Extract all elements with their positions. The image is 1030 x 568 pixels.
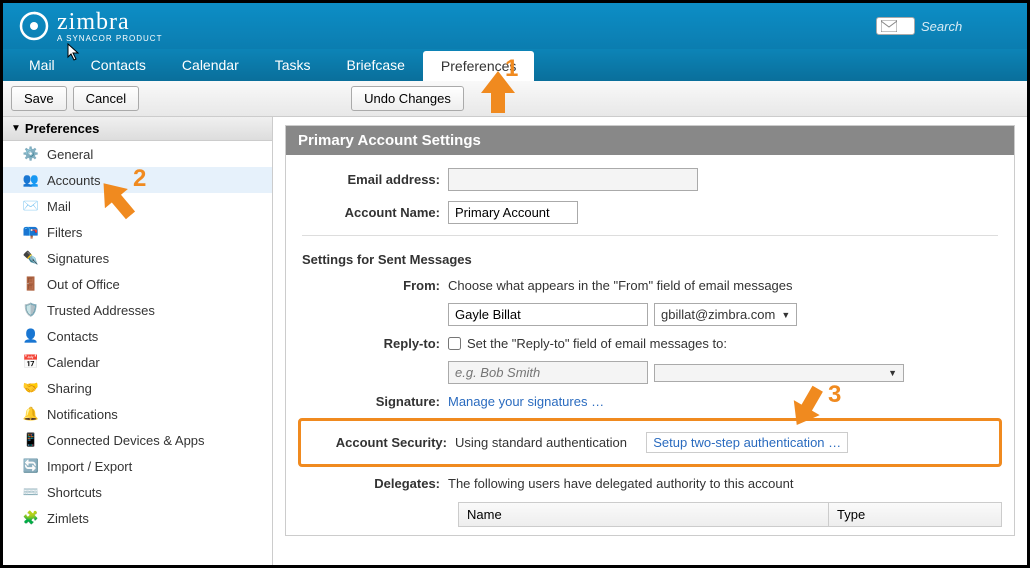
search-input[interactable] — [921, 19, 1011, 34]
pen-icon: ✒️ — [23, 250, 39, 266]
brand-name: zimbra — [57, 9, 162, 36]
replyto-address-select: ▼ — [654, 364, 904, 382]
sidebar-item-devices[interactable]: 📱Connected Devices & Apps — [3, 427, 272, 453]
sidebar: ▼ Preferences ⚙️General 👥Accounts ✉️Mail… — [3, 117, 273, 565]
undo-button[interactable]: Undo Changes — [351, 86, 464, 111]
sidebar-item-general[interactable]: ⚙️General — [3, 141, 272, 167]
sidebar-item-sharing[interactable]: 🤝Sharing — [3, 375, 272, 401]
sidebar-item-trusted[interactable]: 🛡️Trusted Addresses — [3, 297, 272, 323]
replyto-name-field — [448, 361, 648, 384]
sidebar-item-notifications[interactable]: 🔔Notifications — [3, 401, 272, 427]
keyboard-icon: ⌨️ — [23, 484, 39, 500]
logo-icon — [19, 11, 49, 41]
sidebar-item-zimlets[interactable]: 🧩Zimlets — [3, 505, 272, 531]
people-icon: 👥 — [23, 172, 39, 188]
security-highlight: Account Security: Using standard authent… — [298, 418, 1002, 467]
sidebar-item-filters[interactable]: 📪Filters — [3, 219, 272, 245]
mail-icon: ✉️ — [23, 198, 39, 214]
puzzle-icon: 🧩 — [23, 510, 39, 526]
account-name-field[interactable] — [448, 201, 578, 224]
sidebar-item-shortcuts[interactable]: ⌨️Shortcuts — [3, 479, 272, 505]
delegates-table: Name Type — [458, 502, 1002, 527]
tab-mail[interactable]: Mail — [11, 49, 73, 81]
logo: zimbra A SYNACOR PRODUCT — [19, 9, 162, 43]
brand-sub: A SYNACOR PRODUCT — [57, 34, 162, 43]
cancel-button[interactable]: Cancel — [73, 86, 139, 111]
replyto-checkbox[interactable] — [448, 337, 461, 350]
delegates-label: Delegates: — [298, 476, 448, 491]
device-icon: 📱 — [23, 432, 39, 448]
sidebar-header[interactable]: ▼ Preferences — [3, 117, 272, 141]
filter-icon: 📪 — [23, 224, 39, 240]
delegates-col-type: Type — [829, 503, 949, 526]
replyto-label: Reply-to: — [298, 336, 448, 351]
tab-tasks[interactable]: Tasks — [257, 49, 329, 81]
chevron-down-icon: ▼ — [11, 123, 21, 134]
manage-signatures-link[interactable]: Manage your signatures … — [448, 394, 604, 409]
email-label: Email address: — [298, 172, 448, 187]
delegates-help: The following users have delegated autho… — [448, 476, 793, 491]
sidebar-item-import[interactable]: 🔄Import / Export — [3, 453, 272, 479]
email-field[interactable] — [448, 168, 698, 191]
shield-icon: 🛡️ — [23, 302, 39, 318]
gear-icon: ⚙️ — [23, 146, 39, 162]
bell-icon: 🔔 — [23, 406, 39, 422]
security-label: Account Security: — [305, 435, 455, 450]
toolbar: Save Cancel Undo Changes — [3, 81, 1027, 117]
from-label: From: — [298, 278, 448, 293]
sidebar-item-signatures[interactable]: ✒️Signatures — [3, 245, 272, 271]
search-scope-dropdown[interactable]: ▼ — [876, 17, 915, 35]
sidebar-item-accounts[interactable]: 👥Accounts — [3, 167, 272, 193]
delegates-col-name: Name — [459, 503, 829, 526]
tab-calendar[interactable]: Calendar — [164, 49, 257, 81]
from-address-select[interactable]: gbillat@zimbra.com▼ — [654, 303, 797, 326]
sidebar-item-calendar[interactable]: 📅Calendar — [3, 349, 272, 375]
contact-icon: 👤 — [23, 328, 39, 344]
sidebar-item-ooo[interactable]: 🚪Out of Office — [3, 271, 272, 297]
save-button[interactable]: Save — [11, 86, 67, 111]
from-name-field[interactable] — [448, 303, 648, 326]
tab-briefcase[interactable]: Briefcase — [329, 49, 423, 81]
door-icon: 🚪 — [23, 276, 39, 292]
tab-preferences[interactable]: Preferences — [423, 51, 534, 81]
caret-down-icon: ▼ — [901, 21, 910, 31]
sent-subhead: Settings for Sent Messages — [298, 242, 1002, 273]
calendar-icon: 📅 — [23, 354, 39, 370]
import-icon: 🔄 — [23, 458, 39, 474]
sidebar-item-contacts[interactable]: 👤Contacts — [3, 323, 272, 349]
signature-label: Signature: — [298, 394, 448, 409]
setup-2fa-link[interactable]: Setup two-step authentication … — [646, 432, 848, 453]
security-status: Using standard authentication — [455, 435, 627, 450]
replyto-help: Set the "Reply-to" field of email messag… — [467, 336, 727, 351]
content: Primary Account Settings Email address: … — [273, 117, 1027, 565]
header-bar: zimbra A SYNACOR PRODUCT ▼ — [3, 3, 1027, 49]
share-icon: 🤝 — [23, 380, 39, 396]
tab-contacts[interactable]: Contacts — [73, 49, 164, 81]
from-help: Choose what appears in the "From" field … — [448, 278, 793, 293]
nav-tabs: Mail Contacts Calendar Tasks Briefcase P… — [3, 49, 1027, 81]
section-title: Primary Account Settings — [286, 126, 1014, 155]
account-name-label: Account Name: — [298, 205, 448, 220]
